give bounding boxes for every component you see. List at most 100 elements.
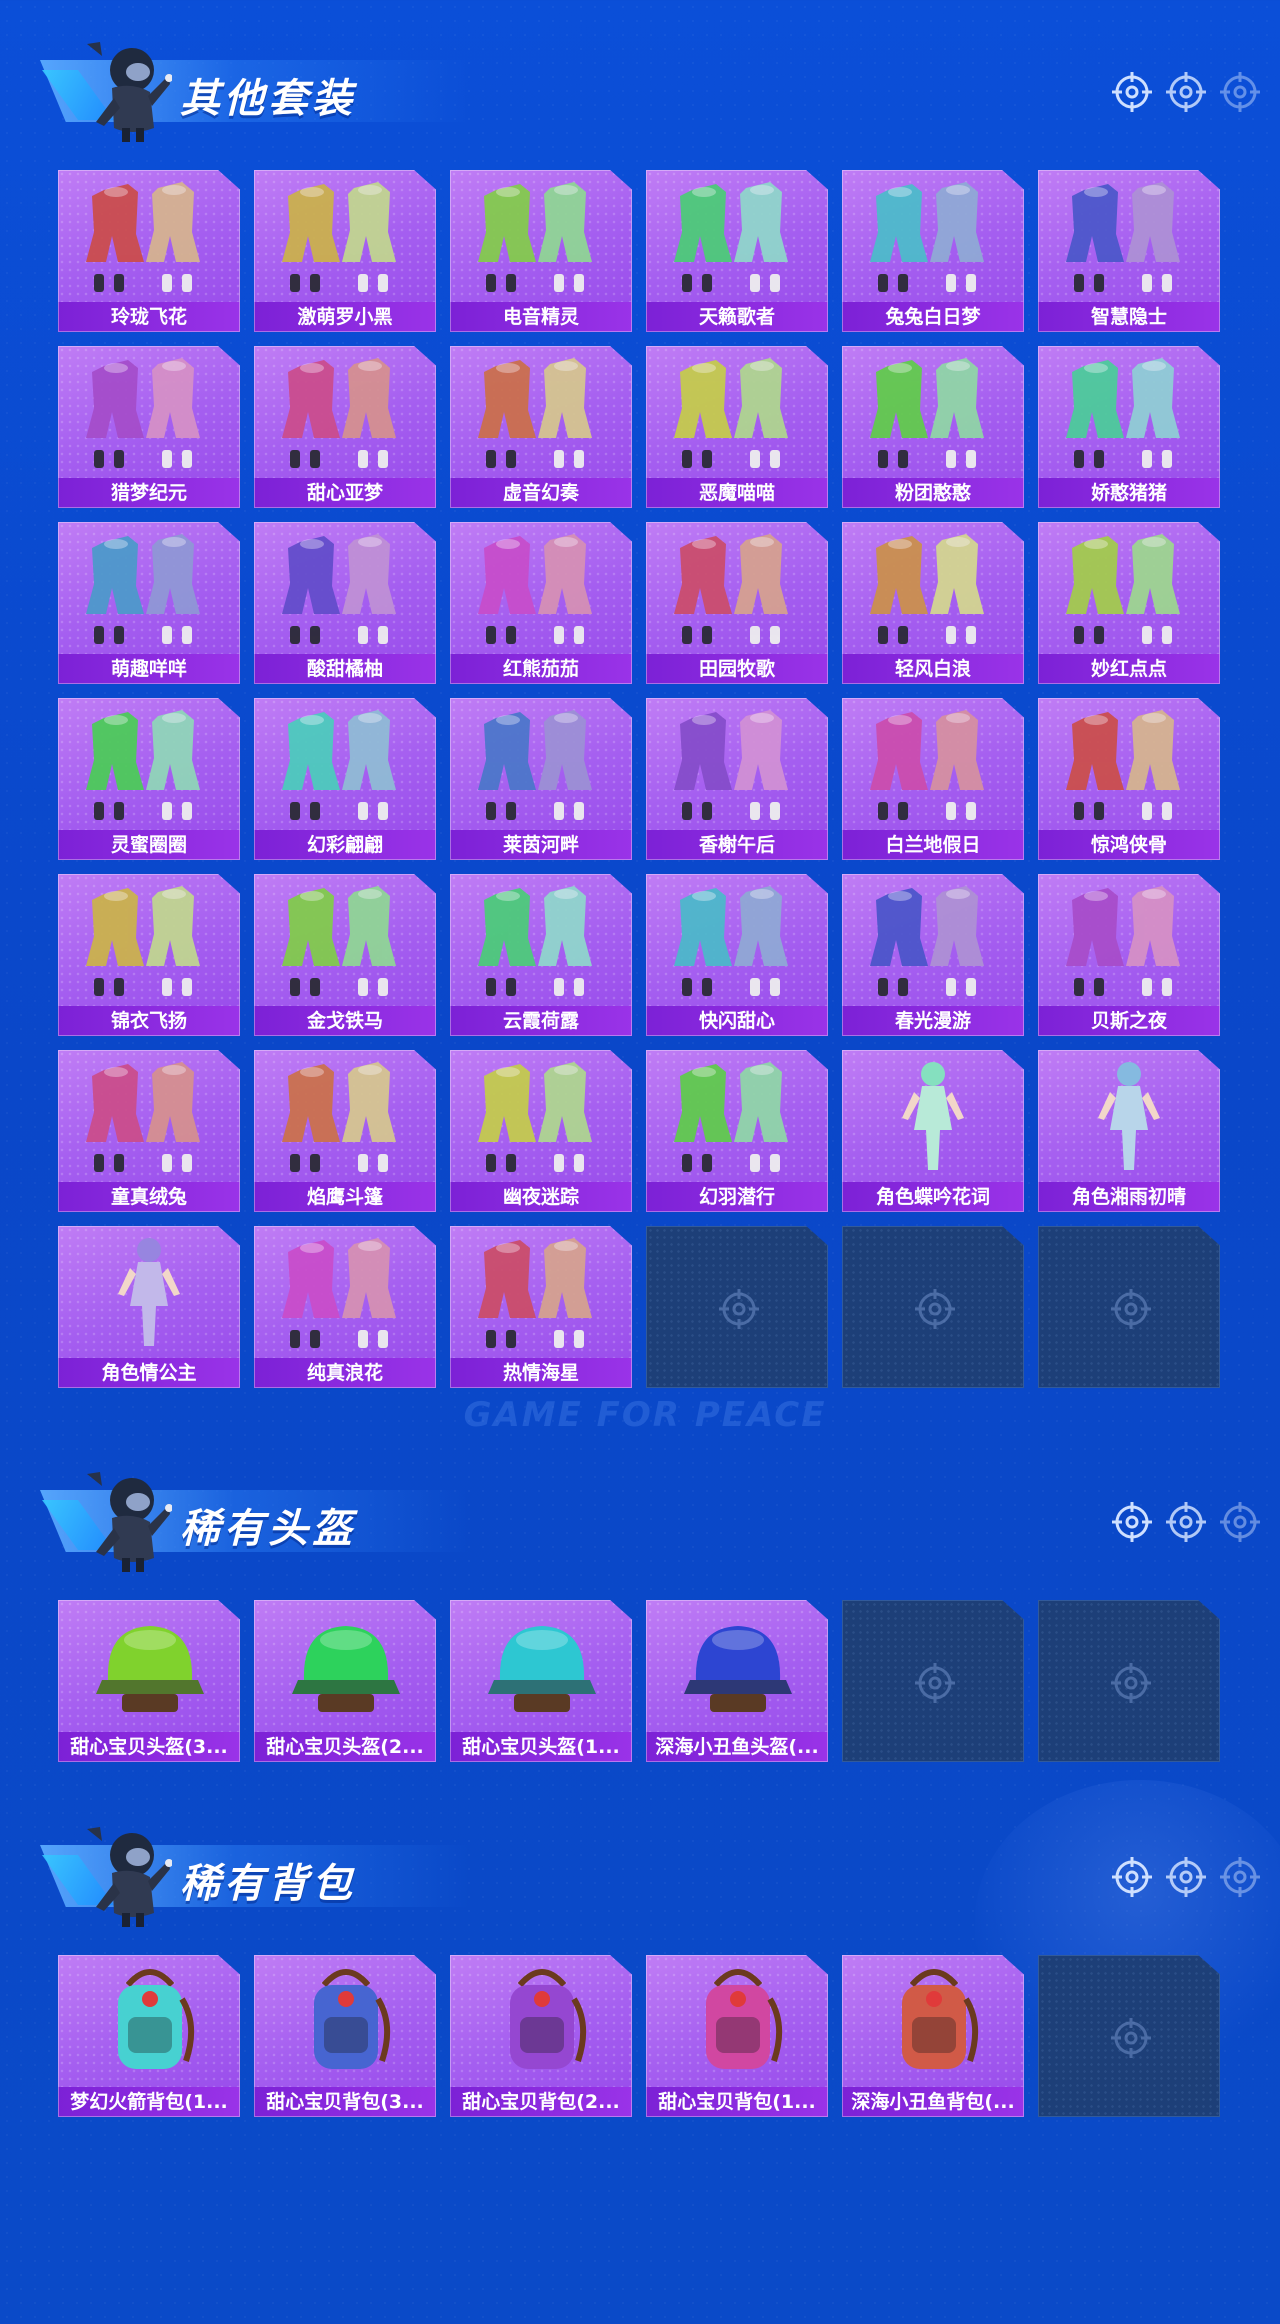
outfit-icon [842, 170, 1024, 302]
item-card[interactable]: 激萌罗小黑 [254, 170, 436, 332]
item-card[interactable]: 兔兔白日梦 [842, 170, 1024, 332]
item-card[interactable]: 轻风白浪 [842, 522, 1024, 684]
item-card[interactable]: 天籁歌者 [646, 170, 828, 332]
outfit-icon [58, 874, 240, 1006]
item-card[interactable]: 智慧隐士 [1038, 170, 1220, 332]
item-card[interactable]: 红熊茄茄 [450, 522, 632, 684]
item-card[interactable]: 幻羽潜行 [646, 1050, 828, 1212]
outfit-icon [842, 874, 1024, 1006]
item-card[interactable]: 角色湘雨初晴 [1038, 1050, 1220, 1212]
outfit-icon [646, 874, 828, 1006]
item-label: 灵蜜圈圈 [58, 830, 240, 860]
item-card[interactable]: 贝斯之夜 [1038, 874, 1220, 1036]
item-card[interactable]: 春光漫游 [842, 874, 1024, 1036]
item-card[interactable]: 幽夜迷踪 [450, 1050, 632, 1212]
mascot-icon [82, 36, 173, 144]
item-card[interactable]: 纯真浪花 [254, 1226, 436, 1388]
item-card[interactable]: 萌趣咩咩 [58, 522, 240, 684]
item-label: 快闪甜心 [646, 1006, 828, 1036]
crosshair-icon [1218, 1855, 1262, 1899]
item-card[interactable]: 童真绒兔 [58, 1050, 240, 1212]
item-label: 金戈铁马 [254, 1006, 436, 1036]
helmet-icon [646, 1600, 828, 1732]
empty-slot [842, 1226, 1024, 1388]
item-label: 锦衣飞扬 [58, 1006, 240, 1036]
target-icons [1110, 1500, 1260, 1546]
item-card[interactable]: 酸甜橘柚 [254, 522, 436, 684]
item-label: 角色蝶吟花词 [842, 1182, 1024, 1212]
item-label: 恶魔喵喵 [646, 478, 828, 508]
character-icon [842, 1050, 1024, 1182]
item-card[interactable]: 角色情公主 [58, 1226, 240, 1388]
item-card[interactable]: 甜心亚梦 [254, 346, 436, 508]
item-card[interactable]: 快闪甜心 [646, 874, 828, 1036]
item-card[interactable]: 甜心宝贝头盔(3... [58, 1600, 240, 1762]
outfit-icon [646, 522, 828, 654]
item-label: 猎梦纪元 [58, 478, 240, 508]
item-card[interactable]: 梦幻火箭背包(1... [58, 1955, 240, 2117]
item-card[interactable]: 电音精灵 [450, 170, 632, 332]
item-card[interactable]: 香榭午后 [646, 698, 828, 860]
outfit-icon [450, 698, 632, 830]
outfit-icon [1038, 874, 1220, 1006]
item-label: 粉团憨憨 [842, 478, 1024, 508]
outfit-icon [58, 1050, 240, 1182]
outfit-icon [254, 346, 436, 478]
item-card[interactable]: 猎梦纪元 [58, 346, 240, 508]
item-card[interactable]: 焰鹰斗篷 [254, 1050, 436, 1212]
item-label: 幻彩翩翩 [254, 830, 436, 860]
item-label: 热情海星 [450, 1358, 632, 1388]
item-card[interactable]: 妙红点点 [1038, 522, 1220, 684]
outfit-icon [58, 346, 240, 478]
item-card[interactable]: 深海小丑鱼头盔(... [646, 1600, 828, 1762]
target-icons [1110, 1855, 1260, 1901]
item-card[interactable]: 甜心宝贝背包(3... [254, 1955, 436, 2117]
item-card[interactable]: 恶魔喵喵 [646, 346, 828, 508]
outfit-icon [1038, 170, 1220, 302]
item-card[interactable]: 甜心宝贝头盔(2... [254, 1600, 436, 1762]
item-card[interactable]: 锦衣飞扬 [58, 874, 240, 1036]
item-card[interactable]: 玲珑飞花 [58, 170, 240, 332]
crosshair-icon [1109, 1287, 1153, 1331]
item-card[interactable]: 田园牧歌 [646, 522, 828, 684]
item-label: 莱茵河畔 [450, 830, 632, 860]
item-card[interactable]: 幻彩翩翩 [254, 698, 436, 860]
item-card[interactable]: 云霞荷露 [450, 874, 632, 1036]
watermark: GAME FOR PEACE [463, 1395, 827, 1435]
item-card[interactable]: 甜心宝贝背包(1... [646, 1955, 828, 2117]
item-card[interactable]: 娇憨猪猪 [1038, 346, 1220, 508]
item-card[interactable]: 甜心宝贝背包(2... [450, 1955, 632, 2117]
crosshair-icon [1164, 70, 1208, 114]
item-card[interactable]: 虚音幻奏 [450, 346, 632, 508]
item-label: 深海小丑鱼头盔(... [646, 1732, 828, 1762]
item-label: 虚音幻奏 [450, 478, 632, 508]
item-label: 甜心宝贝背包(3... [254, 2087, 436, 2117]
backpack-icon [450, 1955, 632, 2087]
helmet-icon [254, 1600, 436, 1732]
item-card[interactable]: 灵蜜圈圈 [58, 698, 240, 860]
character-icon [1038, 1050, 1220, 1182]
item-card[interactable]: 甜心宝贝头盔(1... [450, 1600, 632, 1762]
outfit-icon [646, 1050, 828, 1182]
item-card[interactable]: 惊鸿侠骨 [1038, 698, 1220, 860]
item-card[interactable]: 粉团憨憨 [842, 346, 1024, 508]
item-card[interactable]: 热情海星 [450, 1226, 632, 1388]
item-label: 红熊茄茄 [450, 654, 632, 684]
item-label: 贝斯之夜 [1038, 1006, 1220, 1036]
item-label: 白兰地假日 [842, 830, 1024, 860]
item-card[interactable]: 白兰地假日 [842, 698, 1024, 860]
item-label: 天籁歌者 [646, 302, 828, 332]
outfit-icon [450, 522, 632, 654]
item-card[interactable]: 金戈铁马 [254, 874, 436, 1036]
item-card[interactable]: 莱茵河畔 [450, 698, 632, 860]
crosshair-icon [1218, 70, 1262, 114]
item-label: 轻风白浪 [842, 654, 1024, 684]
item-card[interactable]: 深海小丑鱼背包(... [842, 1955, 1024, 2117]
item-label: 兔兔白日梦 [842, 302, 1024, 332]
item-card[interactable]: 角色蝶吟花词 [842, 1050, 1024, 1212]
empty-slot [1038, 1226, 1220, 1388]
item-label: 角色湘雨初晴 [1038, 1182, 1220, 1212]
outfit-icon [646, 346, 828, 478]
section-title: 稀有背包 [180, 1861, 356, 1907]
item-label: 幻羽潜行 [646, 1182, 828, 1212]
